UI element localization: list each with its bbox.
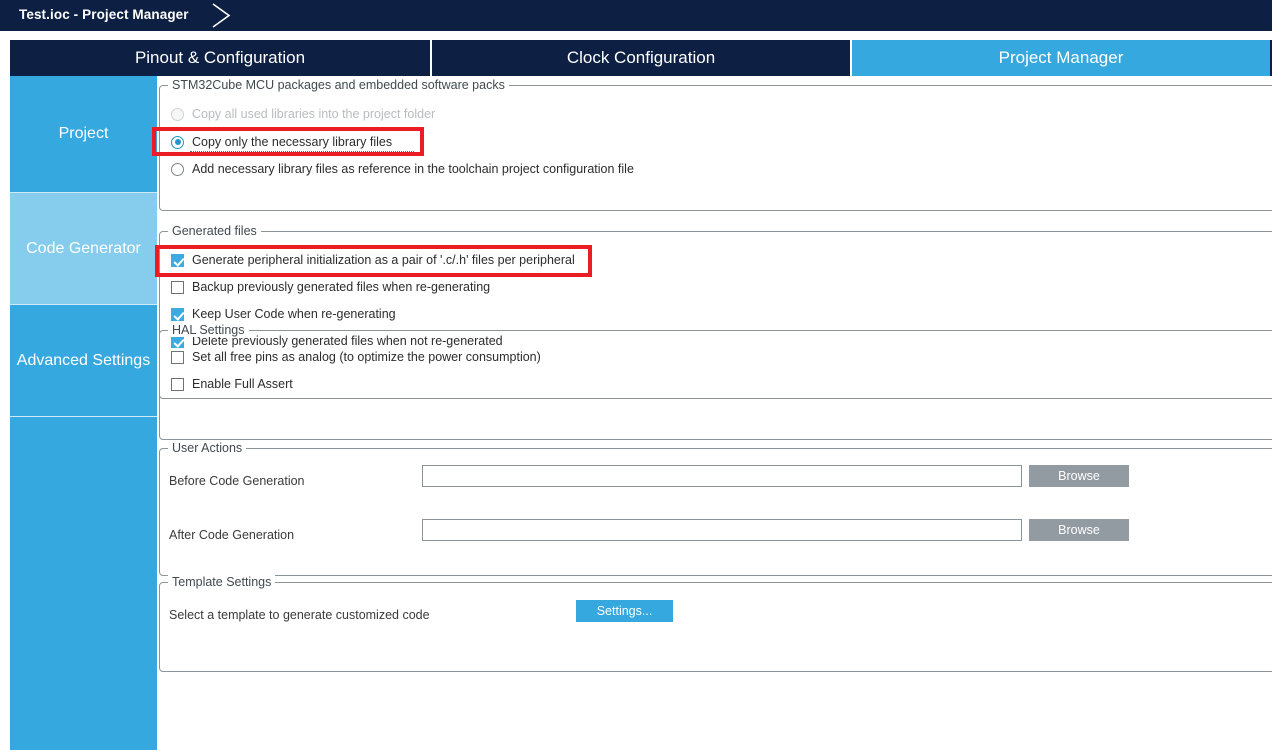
checkbox-set-free-pins-analog[interactable]: Set all free pins as analog (to optimize… [171, 350, 541, 364]
sidebar-item-advanced-settings[interactable]: Advanced Settings [10, 304, 157, 416]
group-hal-settings: HAL Settings Set all free pins as analog… [159, 323, 1272, 440]
checkbox-icon [171, 377, 184, 391]
option-label: Keep User Code when re-generating [192, 307, 396, 321]
radio-icon [171, 135, 184, 149]
group-legend: User Actions [168, 441, 247, 455]
group-legend: Template Settings [168, 575, 276, 589]
sidebar-item-label: Project [58, 125, 109, 142]
option-label: Backup previously generated files when r… [192, 280, 491, 294]
option-label: Generate peripheral initialization as a … [192, 253, 575, 267]
checkbox-backup-previously-generated[interactable]: Backup previously generated files when r… [171, 280, 490, 294]
sidebar-item-label: Advanced Settings [16, 351, 151, 369]
label-select-template: Select a template to generate customized… [169, 608, 430, 622]
option-label: Copy only the necessary library files [192, 135, 393, 149]
button-label: Settings... [596, 604, 653, 618]
before-code-generation-browse-button[interactable]: Browse [1029, 465, 1129, 487]
tab-clock-configuration[interactable]: Clock Configuration [432, 40, 850, 76]
radio-copy-only-necessary[interactable]: Copy only the necessary library files [171, 135, 392, 149]
radio-copy-all-libraries[interactable]: Copy all used libraries into the project… [171, 107, 435, 121]
tab-label: Pinout & Configuration [134, 48, 306, 67]
group-mcu-packages: STM32Cube MCU packages and embedded soft… [159, 78, 1272, 211]
option-label: Enable Full Assert [192, 377, 293, 391]
label-before-code-generation: Before Code Generation [169, 474, 305, 488]
sidebar-item-project[interactable]: Project [10, 76, 157, 192]
tab-project-manager[interactable]: Project Manager [852, 40, 1270, 76]
after-code-generation-browse-button[interactable]: Browse [1029, 519, 1129, 541]
focus-underline [190, 151, 414, 152]
checkbox-enable-full-assert[interactable]: Enable Full Assert [171, 377, 293, 391]
group-template-settings: Template Settings Select a template to g… [159, 575, 1272, 672]
window-title: Test.ioc - Project Manager [19, 7, 189, 22]
label-after-code-generation: After Code Generation [169, 528, 295, 542]
checkbox-keep-user-code[interactable]: Keep User Code when re-generating [171, 307, 396, 321]
button-label: Browse [1058, 469, 1100, 483]
project-manager-content: STM32Cube MCU packages and embedded soft… [157, 76, 1272, 750]
checkbox-icon [171, 307, 184, 321]
group-legend: HAL Settings [168, 323, 249, 337]
template-settings-button[interactable]: Settings... [576, 600, 673, 622]
sidebar: Project Code Generator Advanced Settings [10, 76, 157, 750]
button-label: Browse [1058, 523, 1100, 537]
chevron-right-icon [212, 3, 231, 28]
after-code-generation-input[interactable] [422, 519, 1022, 541]
group-legend: Generated files [168, 224, 261, 238]
radio-icon [171, 107, 184, 121]
tab-pinout-configuration[interactable]: Pinout & Configuration [10, 40, 430, 76]
title-bar: Test.ioc - Project Manager [0, 0, 1272, 31]
sidebar-item-label: Code Generator [26, 239, 141, 257]
before-code-generation-input[interactable] [422, 465, 1022, 487]
sidebar-item-code-generator[interactable]: Code Generator [10, 192, 157, 304]
checkbox-generate-peripheral-init[interactable]: Generate peripheral initialization as a … [171, 253, 575, 267]
checkbox-icon [171, 350, 184, 364]
tab-label: Clock Configuration [566, 48, 716, 67]
tab-bar: Pinout & Configuration Clock Configurati… [0, 31, 1272, 107]
option-label: Copy all used libraries into the project… [192, 107, 436, 121]
sidebar-empty-area [10, 416, 157, 750]
group-user-actions: User Actions Before Code Generation Brow… [159, 441, 1272, 576]
checkbox-icon [171, 253, 184, 267]
tab-label: Project Manager [998, 48, 1124, 67]
checkbox-icon [171, 280, 184, 294]
option-label: Set all free pins as analog (to optimize… [192, 350, 541, 364]
radio-icon [171, 162, 184, 176]
radio-add-as-reference[interactable]: Add necessary library files as reference… [171, 162, 634, 176]
group-legend: STM32Cube MCU packages and embedded soft… [168, 78, 509, 92]
option-label: Add necessary library files as reference… [192, 162, 634, 176]
